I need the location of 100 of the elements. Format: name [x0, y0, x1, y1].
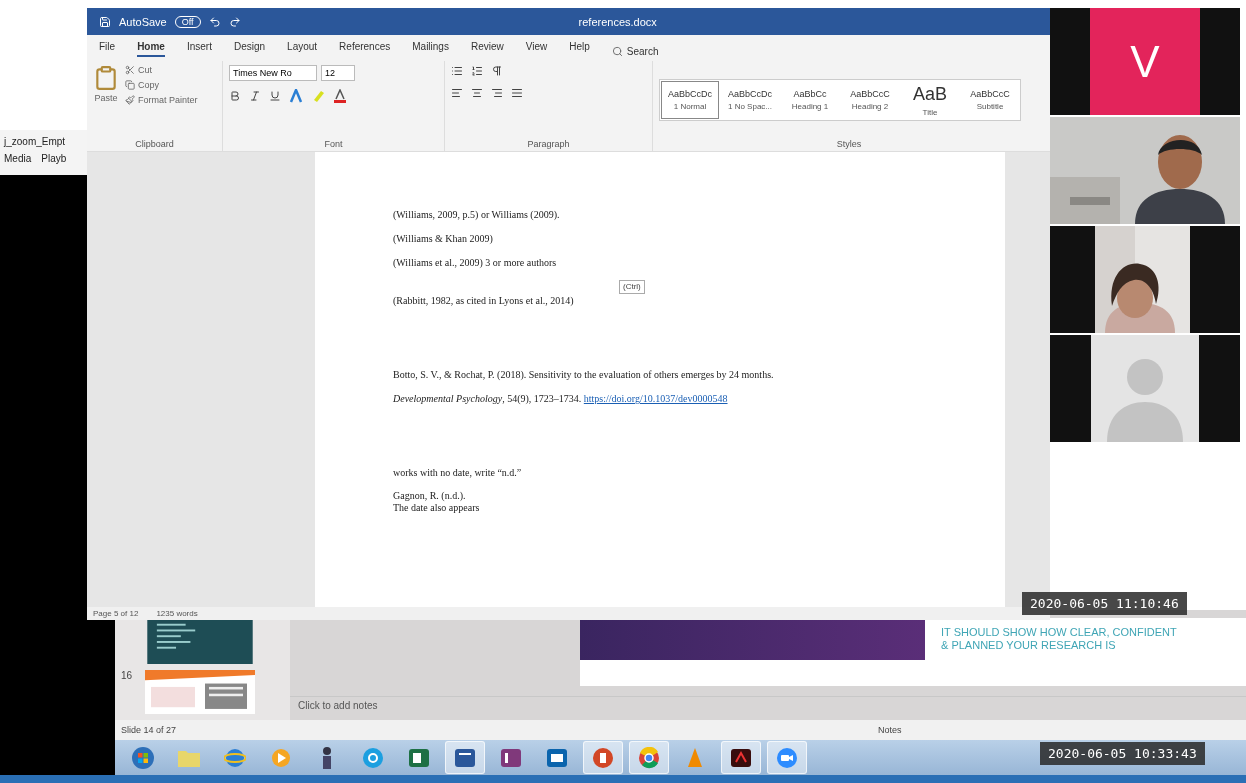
style-option[interactable]: AaBbCc Heading 1	[780, 80, 840, 120]
ribbon-tab[interactable]: Mailings	[412, 41, 449, 57]
underline-icon[interactable]	[269, 90, 281, 102]
document-text: (Williams & Khan 2009)	[393, 233, 493, 244]
style-sample: AaBbCcC	[970, 89, 1010, 99]
cut-button[interactable]: Cut	[125, 65, 198, 75]
spreadsheet-icon	[408, 746, 430, 769]
slide-counter: Slide 14 of 27	[121, 725, 177, 735]
document-text: Botto, S. V., & Rochat, P. (2018). Sensitivity to the evaluation of others emerges by 24 months.	[393, 369, 774, 380]
ribbon-tab[interactable]: File	[99, 41, 116, 57]
paste-button[interactable]: Paste	[94, 93, 118, 103]
cone-icon	[685, 746, 705, 769]
group-label: Paragraph	[526, 139, 571, 149]
style-option[interactable]: AaB Title	[900, 80, 960, 120]
style-option[interactable]: AaBbCcC Heading 2	[840, 80, 900, 120]
group-label: Clipboard	[134, 139, 175, 149]
document-text: The date also appears	[393, 502, 480, 513]
timestamp: 2020-06-05 10:33:43	[1040, 742, 1205, 765]
copy-button[interactable]: Copy	[125, 80, 198, 90]
notebook-icon	[500, 746, 522, 769]
taskbar-button[interactable]	[721, 741, 761, 774]
align-center-icon[interactable]	[471, 87, 483, 99]
style-sample: AaBbCc	[793, 89, 827, 99]
doi-link[interactable]: https://doi.org/10.1037/dev0000548	[583, 393, 728, 404]
ribbon-tab[interactable]: Layout	[287, 41, 318, 57]
slide-number: 16	[121, 670, 133, 681]
window-title: j_zoom_Empt	[4, 136, 67, 147]
page-counter: Page 5 of 12	[93, 609, 139, 618]
video-camera-icon	[776, 746, 798, 769]
ribbon-tab[interactable]: Home	[137, 41, 165, 57]
slide-thumbnail[interactable]	[145, 670, 255, 714]
align-left-icon[interactable]	[451, 87, 463, 99]
word-count: 1235 words	[156, 609, 198, 618]
avatar-icon	[1091, 335, 1199, 442]
bullet-list-icon[interactable]	[451, 65, 463, 77]
notes-placeholder[interactable]: Click to add notes	[298, 700, 378, 711]
style-option[interactable]: AaBbCcDc 1 Normal	[660, 80, 720, 120]
menu-item[interactable]: Playb	[41, 153, 67, 164]
redo-icon[interactable]	[228, 15, 241, 28]
font-name-field[interactable]: Times New Ro	[229, 65, 317, 81]
justify-icon[interactable]	[511, 87, 523, 99]
align-right-icon[interactable]	[491, 87, 503, 99]
undo-icon[interactable]	[208, 15, 221, 28]
globe-icon	[224, 746, 246, 769]
ribbon-tab[interactable]: Review	[470, 41, 504, 57]
save-icon[interactable]	[99, 15, 111, 28]
participant-initial: V	[1090, 8, 1200, 115]
clipboard-icon[interactable]	[93, 65, 119, 91]
mail-icon	[546, 746, 568, 769]
ribbon-tab[interactable]: Insert	[186, 41, 212, 57]
window-title: references.docx	[578, 15, 657, 28]
document-text: (Rabbitt, 1982, as cited in Lyons et al., 2014)	[393, 295, 574, 306]
pdf-icon	[730, 746, 752, 769]
search-box[interactable]: Search	[611, 41, 659, 61]
text-effects-icon[interactable]	[289, 89, 303, 103]
autosave-label: AutoSave	[119, 15, 167, 28]
document-text: Developmental Psychology, 54(9), 1723–1734.	[393, 393, 583, 404]
group-label: Styles	[835, 139, 863, 149]
style-option[interactable]: AaBbCcC Subtitle	[960, 80, 1020, 120]
document-text: (Williams, 2009, p.5) or Williams (2009).	[393, 209, 560, 220]
document-text: Gagnon, R. (n.d.).	[393, 490, 466, 501]
style-sample: AaB	[913, 83, 947, 105]
timestamp: 2020-06-05 11:10:46	[1022, 592, 1187, 615]
browser-icon	[638, 746, 660, 769]
paste-options-button[interactable]: (Ctrl)	[619, 280, 645, 294]
format-painter-button[interactable]: Format Painter	[125, 95, 198, 105]
group-label: Font	[323, 139, 344, 149]
search-icon	[611, 45, 623, 57]
copy-icon	[125, 80, 135, 90]
ribbon-tab[interactable]: Design	[233, 41, 266, 57]
style-sample: AaBbCcDc	[668, 89, 712, 99]
ribbon-tab[interactable]: Help	[569, 41, 590, 57]
play-icon	[270, 746, 292, 769]
windows-logo-icon	[131, 745, 155, 770]
presentation-icon	[592, 746, 614, 769]
font-color-icon[interactable]	[333, 89, 347, 103]
style-name: 1 No Spac...	[728, 102, 772, 111]
skype-icon	[362, 746, 384, 769]
italic-icon[interactable]	[249, 90, 261, 102]
style-name: Title	[922, 107, 938, 117]
ribbon-tab[interactable]: References	[339, 41, 391, 57]
bold-icon[interactable]	[229, 90, 241, 102]
taskbar-button[interactable]	[445, 741, 485, 774]
ribbon-tab[interactable]: View	[525, 41, 548, 57]
style-option[interactable]: AaBbCcDc 1 No Spac...	[720, 80, 780, 120]
style-sample: AaBbCcDc	[728, 89, 772, 99]
numbered-list-icon[interactable]	[471, 65, 483, 77]
style-name: 1 Normal	[673, 102, 707, 111]
scissors-icon	[125, 65, 135, 75]
style-sample: AaBbCcC	[850, 89, 890, 99]
menu-item[interactable]: Media	[4, 153, 32, 164]
style-name: Subtitle	[976, 102, 1004, 111]
font-size-field[interactable]: 12	[321, 65, 355, 81]
style-name: Heading 2	[851, 102, 889, 111]
document-text: works with no date, write “n.d.”	[393, 467, 522, 478]
slide-thumbnail[interactable]	[145, 618, 255, 664]
pilcrow-icon[interactable]	[491, 65, 503, 77]
paintbrush-icon	[125, 95, 135, 105]
notes-button[interactable]: Notes	[878, 725, 902, 735]
document-text: (Williams et al., 2009) 3 or more authors	[393, 257, 557, 268]
